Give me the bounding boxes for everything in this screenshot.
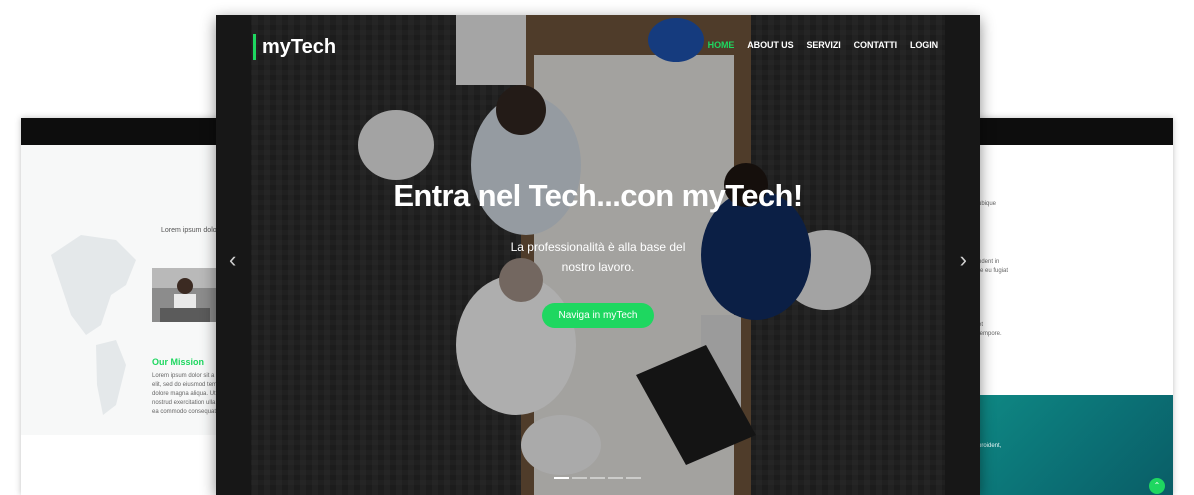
right-preview-text: ndent in <box>978 259 1000 265</box>
mission-line: nostrud exercitation ulla <box>152 400 216 406</box>
brand-logo[interactable]: myTech <box>253 34 336 60</box>
right-preview-page: ubique ndent in re eu fugiat et tempore.… <box>950 118 1173 495</box>
carousel-indicator[interactable] <box>608 477 623 479</box>
cta-button[interactable]: Naviga in myTech <box>542 303 654 328</box>
right-preview-text: tempore. <box>978 331 1002 337</box>
mission-photo <box>152 268 218 322</box>
hero-subtitle: La professionalità è alla base del nostr… <box>510 240 686 274</box>
carousel-indicator[interactable] <box>572 477 587 479</box>
carousel-prev-button[interactable]: ‹ <box>229 248 236 272</box>
mission-line: dolore magna aliqua. Ut <box>152 391 216 397</box>
nav-item-servizi[interactable]: SERVIZI <box>806 40 840 50</box>
nav-item-contatti[interactable]: CONTATTI <box>854 40 897 50</box>
chevron-left-icon: ‹ <box>229 247 237 272</box>
nav-item-about-us[interactable]: ABOUT US <box>747 40 793 50</box>
mission-line: ea commodo consequat. <box>152 409 218 415</box>
hero-title: Entra nel Tech...con myTech! <box>393 178 803 213</box>
right-preview-text: ubique <box>978 201 997 207</box>
mission-photo-graphic <box>152 268 218 322</box>
right-preview-navbar <box>950 118 1173 145</box>
left-preview-heading: Lorem ipsum dolo <box>161 227 217 234</box>
main-navigation: HOME ABOUT US SERVIZI CONTATTI LOGIN <box>708 40 938 50</box>
carousel-indicator[interactable] <box>590 477 605 479</box>
right-preview-text: re eu fugiat <box>978 268 1009 274</box>
right-preview-teal-text: proident, <box>978 443 1002 449</box>
carousel-next-button[interactable]: › <box>960 248 967 272</box>
arrow-up-icon: ⌃ <box>1153 481 1161 490</box>
carousel-indicator[interactable] <box>554 477 569 479</box>
scroll-top-button[interactable]: ⌃ <box>1149 478 1165 494</box>
nav-item-home[interactable]: HOME <box>708 40 735 50</box>
carousel-indicator[interactable] <box>626 477 641 479</box>
mission-line: Lorem ipsum dolor sit a <box>152 373 215 379</box>
hero-carousel: myTech HOME ABOUT US SERVIZI CONTATTI LO… <box>216 15 980 495</box>
chevron-right-icon: › <box>959 247 967 272</box>
mission-line: elit, sed do eiusmod tem <box>152 382 218 388</box>
right-preview-teal-section: proident, <box>950 395 1173 495</box>
carousel-indicators <box>554 477 641 479</box>
mission-title: Our Mission <box>152 357 205 367</box>
nav-item-login[interactable]: LOGIN <box>910 40 938 50</box>
mission-text: Lorem ipsum dolor sit a elit, sed do eiu… <box>152 372 218 417</box>
